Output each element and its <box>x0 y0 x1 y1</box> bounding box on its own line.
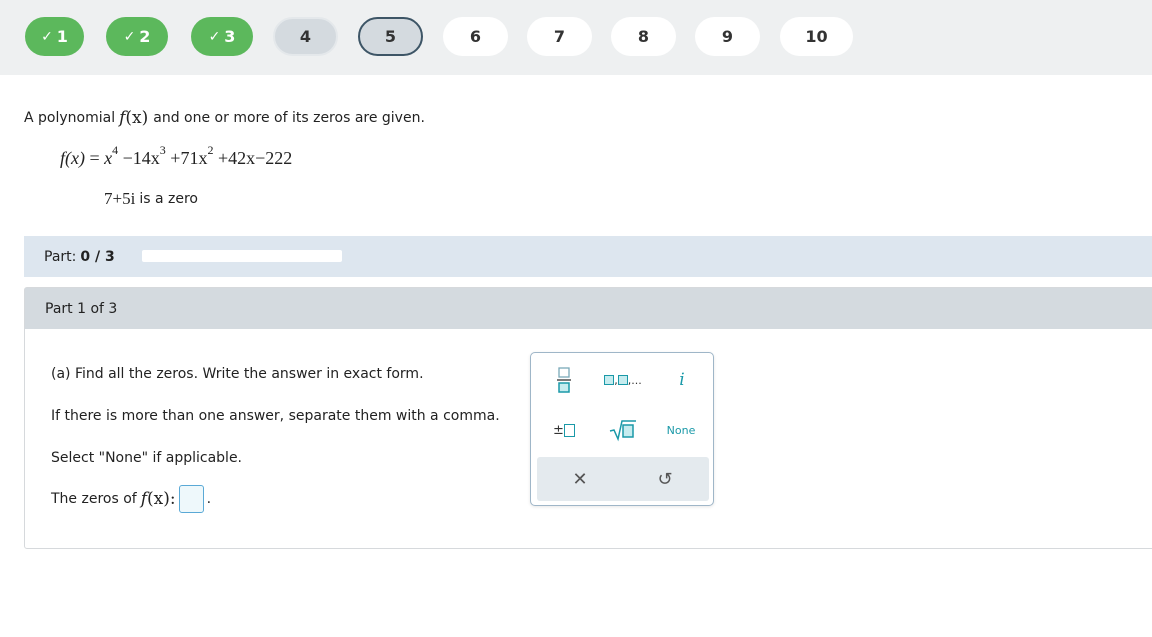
polynomial-expression: f(x) = x4 −14x3 +71x2 +42x−222 <box>60 143 293 169</box>
question-number: 7 <box>553 27 566 46</box>
question-5-button[interactable]: 5 <box>358 17 423 56</box>
answer-input[interactable] <box>178 485 204 513</box>
question-9-button[interactable]: 9 <box>695 17 760 56</box>
intro-text-after: and one or more of its zeros are given. <box>153 110 425 126</box>
sqrt-icon <box>609 420 636 442</box>
check-icon: ✓ <box>41 28 53 45</box>
sqrt-button[interactable] <box>606 413 640 447</box>
part-count: 0 / 3 <box>80 248 115 265</box>
list-box-icon <box>604 375 615 385</box>
question-number: 8 <box>637 27 650 46</box>
plus-minus-button[interactable]: ± <box>547 415 581 445</box>
question-7-button[interactable]: 7 <box>527 17 592 56</box>
part-header-text: Part 1 of 3 <box>45 300 118 317</box>
check-icon: ✓ <box>123 28 136 45</box>
question-4-button[interactable]: 4 <box>273 17 338 56</box>
math-keypad: ,,... i ± None ✕ ↺ <box>530 352 714 506</box>
intro-text-before: A polynomial <box>24 110 116 126</box>
question-10-button[interactable]: 10 <box>780 17 853 56</box>
function-arg: (x) <box>125 108 149 128</box>
keypad-action-row: ✕ ↺ <box>537 457 709 501</box>
undo-button[interactable]: ↺ <box>650 464 680 494</box>
question-3-button[interactable]: ✓ 3 <box>191 17 253 56</box>
fraction-icon <box>557 367 571 393</box>
problem-intro: A polynomial f (x) and one or more of it… <box>24 108 425 128</box>
poly-term-3: +71x <box>170 148 208 168</box>
poly-lhs: f(x) <box>60 148 85 168</box>
poly-exp-1: 4 <box>112 143 119 157</box>
question-number: 5 <box>384 27 397 46</box>
none-note: Select "None" if applicable. <box>51 450 243 466</box>
question-navigation: ✓ 1 ✓ 2 ✓ 3 4 5 6 7 8 9 10 <box>0 0 1152 75</box>
plus-minus-box-icon <box>563 423 575 437</box>
close-icon: ✕ <box>572 468 588 490</box>
imaginary-i-button[interactable]: i <box>667 365 697 395</box>
part-instruction: (a) Find all the zeros. Write the answer… <box>51 366 424 382</box>
poly-exp-2: 3 <box>159 143 166 157</box>
question-number: 6 <box>469 27 482 46</box>
question-1-button[interactable]: ✓ 1 <box>25 17 84 56</box>
check-icon: ✓ <box>208 28 221 45</box>
imaginary-i-label: i <box>679 370 685 390</box>
zero-text: is a zero <box>139 191 198 207</box>
answer-line: The zeros of f (x): . <box>51 485 211 513</box>
question-8-button[interactable]: 8 <box>611 17 676 56</box>
poly-term-4: +42x−222 <box>217 148 293 168</box>
question-number: 9 <box>721 27 734 46</box>
poly-term-2: −14x <box>122 148 160 168</box>
part-label: Part: <box>44 248 77 265</box>
part-progress-label: Part: 0 / 3 <box>44 249 115 265</box>
answer-suffix: . <box>206 491 212 507</box>
none-button[interactable]: None <box>661 415 701 445</box>
fraction-button[interactable] <box>549 363 579 397</box>
list-button[interactable]: ,,... <box>601 365 645 395</box>
part-progress-bar: Part: 0 / 3 <box>24 236 1152 277</box>
poly-term-1: x <box>104 148 113 168</box>
question-number: 10 <box>805 27 828 46</box>
question-number: 1 <box>56 27 68 46</box>
list-box-icon <box>617 375 628 385</box>
poly-exp-3: 2 <box>207 143 214 157</box>
answer-function-arg: (x): <box>147 489 176 509</box>
plus-minus-label: ± <box>553 422 564 438</box>
separator-note: If there is more than one answer, separa… <box>51 408 500 424</box>
question-number: 3 <box>224 27 236 46</box>
undo-icon: ↺ <box>657 468 673 490</box>
poly-eq: = <box>89 148 100 168</box>
list-dots: ,... <box>627 373 642 387</box>
none-label: None <box>666 423 696 437</box>
question-number: 4 <box>299 27 312 46</box>
part-header: Part 1 of 3 <box>25 288 1152 329</box>
progress-track <box>142 250 342 262</box>
zero-value: 7+5i <box>104 189 136 208</box>
answer-prefix: The zeros of <box>51 491 137 507</box>
question-2-button[interactable]: ✓ 2 <box>106 17 168 56</box>
question-6-button[interactable]: 6 <box>443 17 508 56</box>
clear-button[interactable]: ✕ <box>565 464 595 494</box>
question-number: 2 <box>139 27 151 46</box>
given-zero: 7+5i is a zero <box>104 189 198 209</box>
